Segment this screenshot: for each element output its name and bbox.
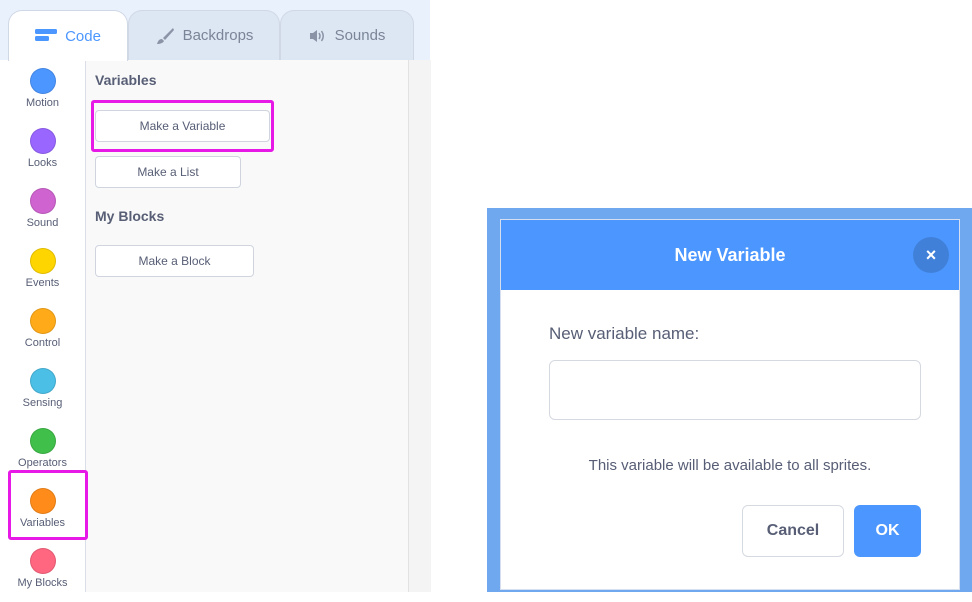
sound-dot-icon <box>29 188 56 214</box>
scratch-editor: Code Backdrops Sounds Motion Looks Sound… <box>0 0 431 592</box>
variable-name-input[interactable] <box>549 360 921 420</box>
my-blocks-section-title: My Blocks <box>95 208 165 224</box>
tab-sounds[interactable]: Sounds <box>280 10 414 60</box>
code-icon <box>35 29 58 43</box>
events-dot-icon <box>29 248 56 274</box>
category-label: Variables <box>19 517 66 529</box>
category-my-blocks[interactable]: My Blocks <box>0 542 85 602</box>
operators-dot-icon <box>29 428 56 454</box>
tab-bar: Code Backdrops Sounds <box>0 0 430 61</box>
my-blocks-dot-icon <box>29 548 56 574</box>
close-icon: × <box>925 244 937 265</box>
category-motion[interactable]: Motion <box>0 62 85 122</box>
category-operators[interactable]: Operators <box>0 422 85 482</box>
make-list-button[interactable]: Make a List <box>95 156 241 188</box>
category-label: Events <box>25 277 60 289</box>
tab-label: Code <box>65 27 101 45</box>
motion-dot-icon <box>29 68 56 94</box>
cancel-button[interactable]: Cancel <box>742 505 844 557</box>
category-sensing[interactable]: Sensing <box>0 362 85 422</box>
paintbrush-icon <box>155 27 175 45</box>
category-looks[interactable]: Looks <box>0 122 85 182</box>
sensing-dot-icon <box>29 368 56 394</box>
category-sound[interactable]: Sound <box>0 182 85 242</box>
category-label: Operators <box>18 457 67 469</box>
availability-hint: This variable will be available to all s… <box>588 457 872 474</box>
looks-dot-icon <box>29 128 56 154</box>
category-events[interactable]: Events <box>0 242 85 302</box>
category-label: Sound <box>26 217 59 229</box>
make-block-button[interactable]: Make a Block <box>95 245 254 277</box>
new-variable-dialog: New Variable × New variable name: This v… <box>500 219 960 590</box>
ok-button[interactable]: OK <box>854 505 921 557</box>
speaker-icon <box>309 29 327 43</box>
category-label: My Blocks <box>17 577 68 589</box>
category-control[interactable]: Control <box>0 302 85 362</box>
variables-dot-icon <box>29 488 56 514</box>
block-palette: Variables Make a Variable Make a List My… <box>86 60 408 592</box>
make-variable-button[interactable]: Make a Variable <box>95 110 270 142</box>
palette-scrollbar[interactable] <box>408 60 431 592</box>
tab-label: Sounds <box>334 27 386 44</box>
tab-label: Backdrops <box>182 27 254 44</box>
dialog-header: New Variable × <box>501 220 959 290</box>
category-menu: Motion Looks Sound Events Control Sensin… <box>0 60 86 592</box>
dialog-title: New Variable <box>674 244 786 265</box>
category-label: Sensing <box>22 397 63 409</box>
tab-backdrops[interactable]: Backdrops <box>128 10 280 60</box>
category-variables[interactable]: Variables <box>0 482 85 542</box>
control-dot-icon <box>29 308 56 334</box>
category-label: Looks <box>27 157 58 169</box>
tab-code[interactable]: Code <box>8 10 128 61</box>
variable-name-label: New variable name: <box>549 324 700 343</box>
variables-section-title: Variables <box>95 72 157 88</box>
close-button[interactable]: × <box>913 237 949 273</box>
category-label: Control <box>24 337 61 349</box>
category-label: Motion <box>25 97 60 109</box>
